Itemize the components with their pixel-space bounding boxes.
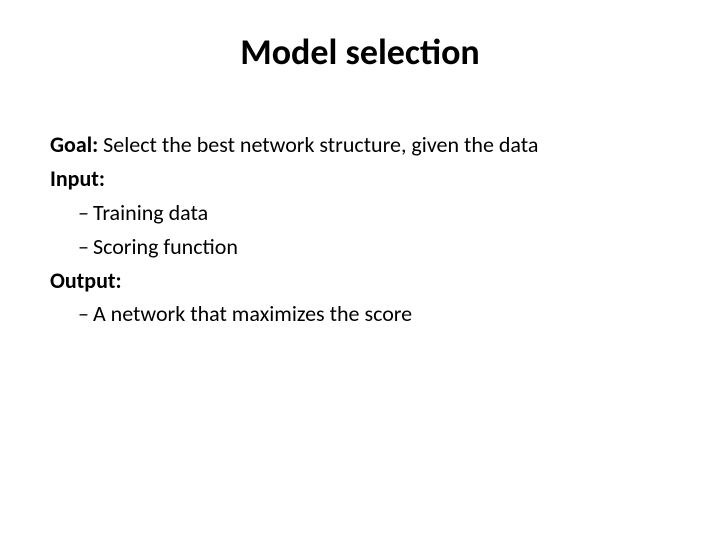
goal-line: Goal: Select the best network structure,… [50,129,670,161]
slide-title: Model selection [0,0,720,129]
output-label: Output: [50,267,122,294]
input-label-line: Input: [50,163,670,195]
input-label: Input: [50,165,105,192]
goal-text: Select the best network structure, given… [98,131,538,158]
dash-icon: – [78,298,89,330]
content-body: Goal: Select the best network structure,… [0,129,720,330]
dash-icon: – [78,197,89,229]
input-item-2: –Scoring function [50,231,670,263]
input-item-text: Scoring function [93,233,238,260]
input-item-1: –Training data [50,197,670,229]
output-item-1: –A network that maximizes the score [50,298,670,330]
input-item-text: Training data [93,199,208,226]
output-item-text: A network that maximizes the score [93,300,412,327]
dash-icon: – [78,231,89,263]
output-label-line: Output: [50,265,670,297]
goal-label: Goal: [50,131,98,158]
